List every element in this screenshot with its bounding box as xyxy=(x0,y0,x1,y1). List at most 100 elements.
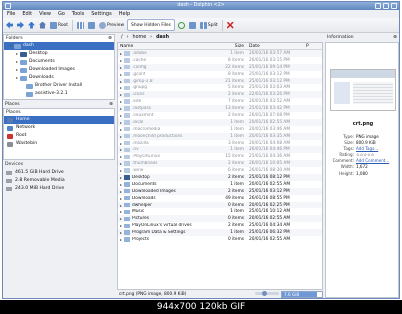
zoom-slider[interactable] xyxy=(255,291,279,296)
zoom-slider-handle[interactable] xyxy=(261,291,267,296)
breadcrumb-root[interactable]: / xyxy=(121,34,123,42)
open-terminal-button[interactable] xyxy=(188,19,197,31)
file-row[interactable]: ▸ .nv 1 item 26/01/16 04:46 PM xyxy=(118,146,322,154)
folder-tree-item[interactable]: ▸ dash xyxy=(4,42,114,50)
file-name: Pictures xyxy=(132,216,150,222)
home-button[interactable] xyxy=(38,19,47,31)
menu-view[interactable]: View xyxy=(39,10,51,18)
file-row[interactable]: ▸ .cache 8 items 26/01/16 03:15 PM xyxy=(118,57,322,64)
file-row[interactable]: ▸ .thumbnails 2 items 26/01/16 10:05 AM xyxy=(118,160,322,168)
file-row[interactable]: ▸ Downloads 49 items 26/01/16 08:55 PM xyxy=(118,195,322,202)
folder-icon xyxy=(124,78,130,84)
property-row: Height: 1,080 xyxy=(326,171,399,177)
file-name-cell: ▸ Music xyxy=(118,209,222,214)
folder-tree-label: assistive-3.2.1 xyxy=(35,91,68,96)
folder-icon xyxy=(124,230,130,235)
file-row[interactable]: ▸ .gimp-2.8 21 items 25/01/16 03:12 PM xyxy=(118,77,322,85)
file-row[interactable]: ▸ .gconf 8 items 25/01/16 03:12 PM xyxy=(118,71,322,78)
folder-tree-item[interactable]: ▸ Downloads xyxy=(4,74,114,82)
file-row[interactable]: ▸ Program Data & Settings 1 item 25/01/16 0… xyxy=(118,229,322,237)
file-row[interactable]: ▸ .adobe 1 item 20/01/16 03:57 AM xyxy=(118,50,322,57)
breadcrumb-home[interactable]: home xyxy=(133,34,147,42)
place-item-wastebin[interactable]: Wastebin xyxy=(4,140,114,148)
file-size: 1 item xyxy=(230,209,244,215)
place-item-network[interactable]: Network xyxy=(4,124,114,132)
places-panel-header: Places ⊗ xyxy=(3,101,115,108)
panel-close-icon[interactable]: ⊗ xyxy=(108,35,114,42)
column-date-header[interactable]: Date xyxy=(246,44,306,49)
file-row[interactable]: ▸ Desktop 2 items 25/01/16 08:12 PM xyxy=(118,174,322,181)
folder-tree-item[interactable]: assistive-3.2.1 xyxy=(4,90,114,98)
split-button[interactable]: Split xyxy=(199,19,219,31)
file-row[interactable]: ▸ .linuxmint 2 items 26/01/16 07:08 PM xyxy=(118,112,322,119)
file-row[interactable]: ▸ .icons 2 items 22/01/16 03:26 PM xyxy=(118,91,322,99)
title-bar[interactable]: dash - Dolphin <2> xyxy=(3,2,399,10)
device-item[interactable]: 243.0 MiB Hard Drive xyxy=(3,185,115,193)
file-name-cell: ▸ .gnupg xyxy=(118,85,222,90)
file-row[interactable]: ▸ .moonchild productions 1 item 20/01/16 03… xyxy=(118,132,322,140)
panel-close-icon[interactable]: ⊗ xyxy=(109,101,115,108)
place-item-home[interactable]: Home xyxy=(4,116,114,124)
place-item-root[interactable]: Root xyxy=(4,132,114,140)
menu-help[interactable]: Help xyxy=(119,10,130,18)
close-icon[interactable] xyxy=(391,3,397,9)
file-row[interactable]: ▸ .gnupg 5 items 25/01/16 03:03 AM xyxy=(118,84,322,91)
file-row[interactable]: ▸ .PlayOnLinux 15 items 25/01/16 04:36 AM xyxy=(118,153,322,160)
file-row[interactable]: ▸ .lastpass 13 items 25/01/16 03:42 PM xyxy=(118,105,322,113)
menu-file[interactable]: File xyxy=(7,10,15,18)
menu-settings[interactable]: Settings xyxy=(91,10,112,18)
icons-view-button[interactable] xyxy=(76,19,85,31)
file-row[interactable]: ▸ Projects 0 items 20/01/16 02:55 AM xyxy=(118,236,322,243)
delete-button[interactable] xyxy=(226,19,235,31)
column-size-header[interactable]: Size xyxy=(222,44,246,49)
folder-icon xyxy=(124,85,130,91)
device-item[interactable]: 461.5 GiB Hard Drive xyxy=(3,169,115,177)
folder-tree-item[interactable]: ▸ Downloaded Images xyxy=(4,66,114,74)
file-row[interactable]: ▸ .macromedia 1 item 20/01/16 03:46 AM xyxy=(118,126,322,133)
file-name-cell: ▸ .icons xyxy=(118,92,222,97)
file-row[interactable]: ▸ dwhelper 0 items 20/01/16 02:25 PM xyxy=(118,201,322,209)
folder-tree-item[interactable]: ▸ Documents xyxy=(4,58,114,66)
file-row[interactable]: ▸ .mozilla 3 items 20/01/16 04:08 AM xyxy=(118,140,322,147)
column-name-header[interactable]: Name xyxy=(118,44,222,49)
file-row[interactable]: ▸ Music 1 item 25/01/16 10:12 AM xyxy=(118,208,322,215)
file-row[interactable]: ▸ Downloaded Images 2 items 25/01/16 03:12 … xyxy=(118,187,322,195)
menu-tools[interactable]: Tools xyxy=(72,10,84,18)
reload-button[interactable] xyxy=(177,19,186,31)
folder-icon xyxy=(124,182,130,187)
preview-button[interactable]: Preview xyxy=(98,19,125,31)
maximize-icon[interactable] xyxy=(383,3,389,9)
file-name: .moonchild productions xyxy=(132,133,183,139)
file-row[interactable]: ▸ Documents 1 item 20/01/16 02:55 AM xyxy=(118,181,322,188)
file-name: .local xyxy=(132,119,144,125)
up-button[interactable] xyxy=(27,19,36,31)
file-row[interactable]: ▸ Pictures 0 items 20/01/16 02:55 AM xyxy=(118,215,322,223)
file-name: .nv xyxy=(132,147,139,153)
minimize-icon[interactable] xyxy=(375,3,381,9)
root-button[interactable]: Root xyxy=(49,19,69,31)
menu-edit[interactable]: Edit xyxy=(22,10,32,18)
forward-button[interactable] xyxy=(16,19,25,31)
file-row[interactable]: ▸ .local 1 item 20/01/16 02:55 AM xyxy=(118,118,322,126)
breadcrumb-current[interactable]: dash xyxy=(156,34,169,42)
folder-tree-item[interactable]: ▸ Desktop xyxy=(4,50,114,58)
device-item[interactable]: 2.8 Removable Media xyxy=(3,177,115,185)
folder-icon xyxy=(124,189,130,194)
file-properties: Type: PNG image Size: 800.9 KiB Tags: Add Tag… xyxy=(326,134,399,177)
column-permissions-header[interactable]: P xyxy=(306,44,322,49)
file-row[interactable]: ▸ .config 22 items 25/01/16 09:14 PM xyxy=(118,63,322,71)
folder-tree-label: Desktop xyxy=(29,51,48,56)
file-row[interactable]: ▸ .kde 7 items 20/01/16 03:52 AM xyxy=(118,98,322,105)
menu-go[interactable]: Go xyxy=(58,10,65,18)
root-label: Root xyxy=(58,22,68,28)
window-menu-icon[interactable] xyxy=(5,3,11,9)
file-row[interactable]: ▸ .wine 6 items 26/01/16 08:30 AM xyxy=(118,167,322,174)
details-view-button[interactable] xyxy=(87,19,96,31)
file-date: 25/01/16 03:12 PM xyxy=(249,188,290,194)
panel-close-icon[interactable]: ⊗ xyxy=(393,34,399,41)
show-hidden-files-button[interactable]: Show Hidden Files xyxy=(127,19,175,31)
back-button[interactable] xyxy=(5,19,14,31)
file-name: Desktop xyxy=(132,174,150,180)
file-row[interactable]: ▸ PlayOnLinux's virtual drives 2 items 25/0… xyxy=(118,222,322,229)
folder-tree-item[interactable]: Brother Driver Install xyxy=(4,82,114,90)
